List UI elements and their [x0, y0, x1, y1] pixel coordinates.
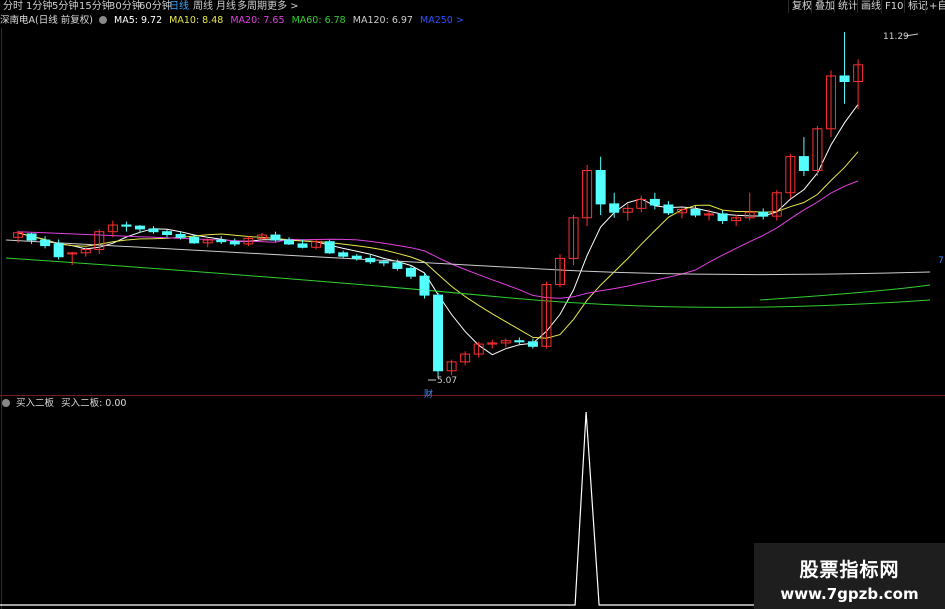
candle-body [839, 75, 850, 83]
indicator-name[interactable]: 买入二板 [16, 398, 54, 409]
finance-marker[interactable]: 财 [424, 387, 433, 400]
candle-body [663, 204, 674, 214]
candle-body [649, 198, 660, 206]
candle-body [392, 262, 403, 269]
ma120-line [5, 239, 931, 276]
low-price-label: 5.07 [437, 376, 458, 386]
ma60-tail [759, 284, 931, 301]
candle-body [121, 224, 132, 227]
candle-body [162, 231, 173, 235]
ma20-line [17, 180, 859, 299]
candle-body [297, 243, 308, 248]
candle-body [270, 234, 281, 241]
candle-body [378, 261, 389, 264]
right-edge-label: 7 [938, 256, 944, 266]
candle-body [229, 241, 240, 245]
indicator-legend: 买入二板 买入二板: 0.00 [0, 398, 126, 410]
indicator-settings-icon[interactable] [2, 399, 10, 407]
candle-body [798, 156, 809, 172]
high-price-label: 11.29 [883, 32, 909, 42]
candle-body [175, 233, 186, 238]
candle-body [189, 236, 200, 244]
watermark-title: 股票指标网 [799, 559, 900, 581]
candle-body [284, 239, 294, 245]
candle-body [134, 225, 145, 230]
watermark: 股票指标网 www.7gpzb.com [754, 543, 945, 609]
watermark-url: www.7gpzb.com [780, 585, 919, 603]
candle-body [690, 208, 701, 216]
candle-body [338, 252, 349, 257]
candle-body [365, 257, 376, 263]
candle-body [324, 241, 335, 254]
candle-body [419, 275, 430, 296]
kline-chart[interactable] [0, 0, 945, 609]
candle-body [53, 243, 64, 258]
candle-body [148, 228, 159, 233]
indicator-value: 买入二板: 0.00 [61, 398, 127, 409]
candle-body [405, 267, 416, 277]
candle-body [527, 341, 538, 347]
candle-body [433, 294, 444, 372]
candle-body [514, 340, 525, 343]
candle-body [717, 213, 728, 222]
candle-body [609, 203, 620, 213]
candle-body [595, 170, 606, 205]
candle-body [758, 211, 769, 217]
candle-body [351, 255, 362, 259]
candle-body [216, 239, 227, 243]
candle-body [26, 233, 37, 241]
candle-body [40, 239, 51, 247]
